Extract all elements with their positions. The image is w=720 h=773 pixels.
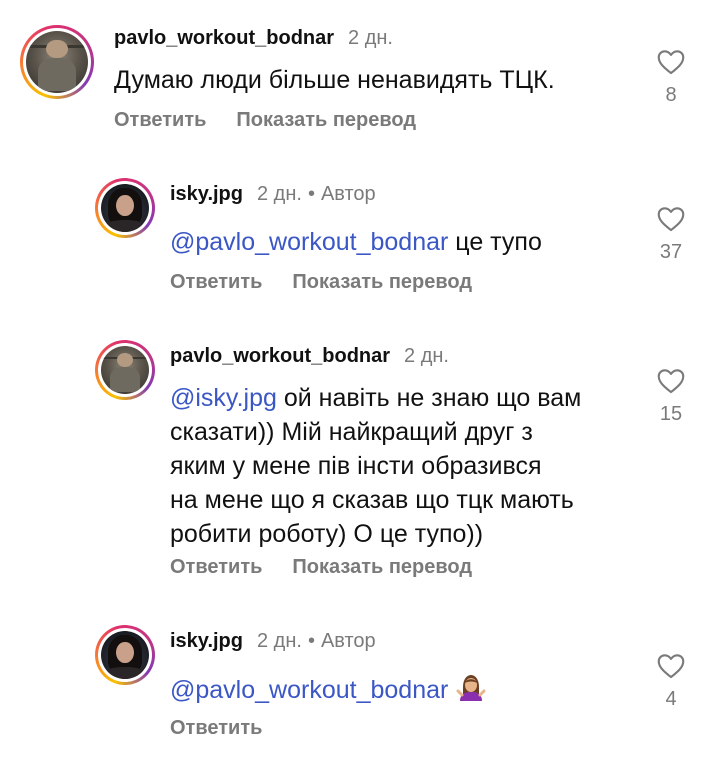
comment-body: Думаю люди більше ненавидять ТЦК. [114, 66, 555, 94]
avatar[interactable] [95, 340, 155, 400]
avatar-ring-gap [98, 181, 152, 235]
username[interactable]: isky.jpg [170, 183, 243, 206]
timestamp: 2 дн. [257, 630, 302, 652]
separator-dot: • [307, 183, 315, 205]
comment-line: сказати)) Мій найкращий друг з [170, 418, 533, 446]
woman-portrait-avatar [101, 631, 149, 679]
like-button[interactable]: 8 [646, 49, 696, 107]
like-count: 15 [659, 403, 683, 425]
comment-text: @isky.jpg ой навіть не знаю що вам сказа… [170, 381, 640, 551]
avatar-photo-detail [110, 367, 140, 393]
reply-button[interactable]: Ответить [170, 556, 262, 579]
heart-icon [657, 207, 685, 232]
timestamp: 2 дн. [257, 183, 302, 205]
comment-header: isky.jpg 2 дн. • Автор [170, 183, 376, 206]
comment-header: isky.jpg 2 дн. • Автор [170, 630, 376, 653]
avatar-ring-gap [98, 628, 152, 682]
comment-text: @pavlo_workout_bodnar [170, 672, 630, 711]
like-count: 8 [665, 84, 677, 106]
avatar[interactable] [20, 25, 94, 99]
comment-body: це тупо [448, 228, 542, 256]
mention-link[interactable]: @pavlo_workout_bodnar [170, 228, 448, 256]
avatar-photo-detail [116, 194, 134, 216]
reply-button[interactable]: Ответить [170, 717, 262, 740]
reply-button[interactable]: Ответить [114, 109, 206, 132]
reply-button[interactable]: Ответить [170, 271, 262, 294]
comment-actions: Ответить Показать перевод [114, 109, 446, 132]
avatar-photo-detail [116, 641, 134, 663]
like-button[interactable]: 15 [646, 368, 696, 426]
heart-icon [657, 50, 685, 75]
comment-body: ой навіть не знаю що вам [276, 384, 582, 412]
avatar-ring-gap [98, 343, 152, 397]
username[interactable]: isky.jpg [170, 630, 243, 653]
avatar-photo-detail [103, 219, 147, 232]
avatar-photo-detail [103, 666, 147, 679]
avatar-ring-gap [23, 28, 91, 96]
heart-icon [657, 369, 685, 394]
comment-line: @isky.jpg ой навіть не знаю що вам [170, 381, 640, 415]
comment-line: на мене що я сказав що тцк мають [170, 486, 574, 514]
comment-actions: Ответить [170, 717, 292, 740]
timestamp: 2 дн. [348, 27, 393, 49]
author-badge: Автор [320, 183, 376, 205]
show-translation-button[interactable]: Показать перевод [236, 109, 416, 132]
mention-link[interactable]: @isky.jpg [170, 384, 277, 412]
author-badge: Автор [320, 630, 376, 652]
avatar-photo-detail [116, 352, 134, 368]
comment-header: pavlo_workout_bodnar 2 дн. [170, 345, 449, 368]
comment-line: робити роботу) О це тупо)) [170, 520, 484, 548]
show-translation-button[interactable]: Показать перевод [292, 271, 472, 294]
heart-icon [657, 654, 685, 679]
username[interactable]: pavlo_workout_bodnar [114, 27, 334, 50]
username[interactable]: pavlo_workout_bodnar [170, 345, 390, 368]
show-translation-button[interactable]: Показать перевод [292, 556, 472, 579]
like-button[interactable]: 37 [646, 206, 696, 264]
comment-text: @pavlo_workout_bodnar це тупо [170, 225, 630, 259]
avatar[interactable] [95, 178, 155, 238]
comment-actions: Ответить Показать перевод [170, 271, 502, 294]
gym-photo-avatar [101, 346, 149, 394]
like-count: 37 [659, 241, 683, 263]
like-count: 4 [665, 688, 677, 710]
woman-portrait-avatar [101, 184, 149, 232]
like-button[interactable]: 4 [646, 653, 696, 711]
avatar-photo-detail [37, 58, 77, 91]
woman-shrugging-emoji [456, 672, 486, 711]
separator-dot: • [307, 630, 315, 652]
comment-text: Думаю люди більше ненавидять ТЦК. [114, 63, 634, 97]
gym-photo-avatar [26, 31, 88, 93]
avatar[interactable] [95, 625, 155, 685]
avatar-photo-detail [46, 39, 68, 59]
comment-line: яким у мене пів інсти образився [170, 452, 542, 480]
timestamp: 2 дн. [404, 345, 449, 367]
mention-link[interactable]: @pavlo_workout_bodnar [170, 676, 448, 704]
comment-header: pavlo_workout_bodnar 2 дн. [114, 27, 393, 50]
comment-actions: Ответить Показать перевод [170, 556, 502, 579]
